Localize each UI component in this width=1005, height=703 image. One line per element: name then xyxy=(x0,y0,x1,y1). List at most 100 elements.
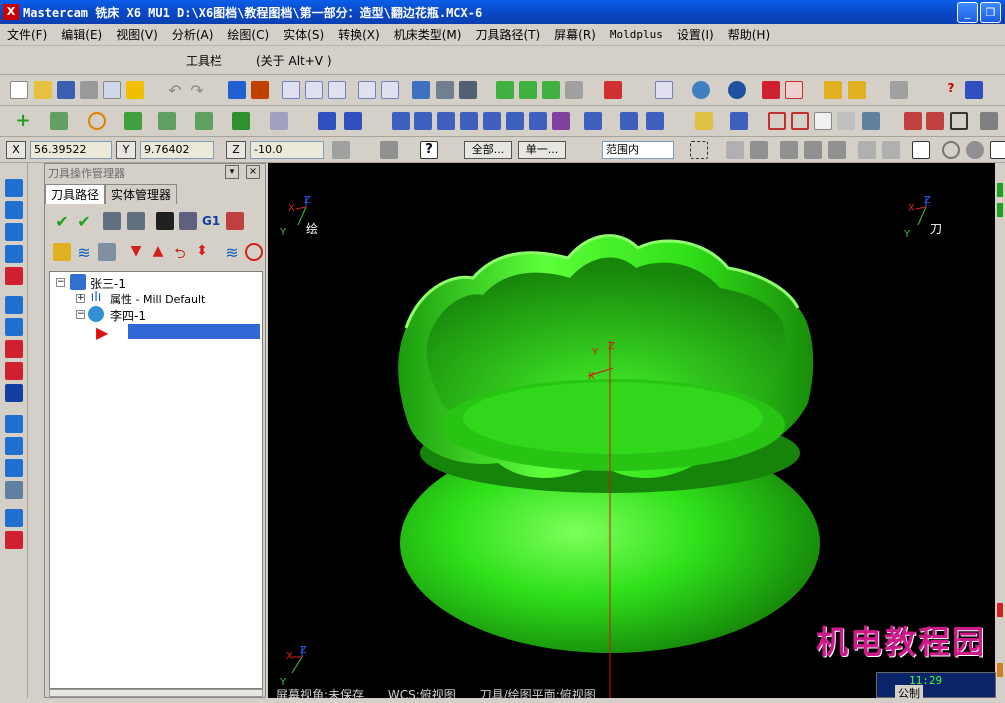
eraser-icon[interactable] xyxy=(837,112,855,130)
insert-position-highlight[interactable] xyxy=(128,324,260,339)
select-single-button[interactable]: 单一... xyxy=(518,141,566,159)
zoom-out-icon[interactable] xyxy=(358,81,376,99)
xform-rotate-icon[interactable] xyxy=(437,112,455,130)
point-icon[interactable]: + xyxy=(14,112,32,130)
revolve-icon[interactable] xyxy=(5,201,23,219)
break-icon[interactable] xyxy=(344,112,362,130)
open-file-icon[interactable] xyxy=(34,81,52,99)
repaint-icon[interactable] xyxy=(251,81,269,99)
layout-icon[interactable] xyxy=(5,481,23,499)
loft-icon[interactable] xyxy=(5,245,23,263)
lock-icon[interactable] xyxy=(53,243,71,261)
menu-analyze[interactable]: 分析(A) xyxy=(165,26,221,43)
xform-mirror-icon[interactable] xyxy=(414,112,432,130)
shade-icon[interactable] xyxy=(762,81,780,99)
color-selection-icon[interactable] xyxy=(966,141,984,159)
trophy-icon[interactable] xyxy=(126,81,144,99)
select-all-button[interactable]: 全部... xyxy=(464,141,512,159)
circle-icon[interactable] xyxy=(88,112,106,130)
help-ops-icon[interactable] xyxy=(245,243,263,261)
drafting-icon[interactable] xyxy=(584,112,602,130)
right-tool-icon-4[interactable] xyxy=(997,663,1003,677)
tree-node-toolpath-group[interactable]: 李四-1 xyxy=(110,307,146,324)
pan-icon[interactable] xyxy=(228,81,246,99)
brush-icon[interactable] xyxy=(890,81,908,99)
chamfer-icon[interactable] xyxy=(5,318,23,336)
grid-select-icon[interactable] xyxy=(950,112,968,130)
window-select-icon[interactable] xyxy=(690,141,708,159)
pencil-icon[interactable] xyxy=(824,81,842,99)
view-cube-icon[interactable] xyxy=(604,81,622,99)
verify-selection-icon[interactable] xyxy=(912,141,930,159)
shell-icon[interactable] xyxy=(5,340,23,358)
select-loop-icon[interactable] xyxy=(882,141,900,159)
minimize-button[interactable]: _ xyxy=(957,2,978,23)
sphere-icon[interactable] xyxy=(728,81,746,99)
sweep-icon[interactable] xyxy=(5,223,23,241)
menu-view[interactable]: 视图(V) xyxy=(109,26,165,43)
insert-arrow-icon[interactable]: ⮌ xyxy=(171,243,189,262)
x-coord-button[interactable]: X xyxy=(6,141,26,159)
zoom-in-icon[interactable] xyxy=(381,81,399,99)
wand-icon[interactable] xyxy=(848,81,866,99)
regenerate-icon[interactable] xyxy=(103,212,121,230)
xform-array-icon[interactable] xyxy=(529,112,547,130)
zoom-target-icon[interactable] xyxy=(328,81,346,99)
dimension-icon[interactable] xyxy=(412,81,430,99)
menu-help[interactable]: 帮助(H) xyxy=(721,26,777,43)
xform-offset-icon[interactable] xyxy=(483,112,501,130)
zoom-window-icon[interactable] xyxy=(305,81,323,99)
autocursor-icon[interactable] xyxy=(380,141,398,159)
y-coord-button[interactable]: Y xyxy=(116,141,136,159)
xform-translate-icon[interactable] xyxy=(392,112,410,130)
properties-icon[interactable] xyxy=(965,81,983,99)
scroll-to-icon[interactable]: ⬍ xyxy=(193,243,211,261)
mastercam-app-icon[interactable]: X xyxy=(3,4,19,20)
analyze-icon[interactable] xyxy=(436,81,454,99)
new-file-icon[interactable] xyxy=(10,81,28,99)
preview-icon[interactable] xyxy=(103,81,121,99)
fillet-icon[interactable] xyxy=(124,112,142,130)
select-invalid-ops-icon[interactable]: ✔ xyxy=(75,212,93,231)
extrude-icon[interactable] xyxy=(5,179,23,197)
document-icon[interactable] xyxy=(814,112,832,130)
help-question-icon[interactable]: ? xyxy=(420,141,438,159)
regenerate-dirty-icon[interactable] xyxy=(127,212,145,230)
select-solid-icon[interactable] xyxy=(750,141,768,159)
high-speed-icon[interactable] xyxy=(226,212,244,230)
spline-icon[interactable] xyxy=(158,112,176,130)
tree-horizontal-scrollbar[interactable] xyxy=(49,689,263,697)
menu-create[interactable]: 绘图(C) xyxy=(220,26,276,43)
restore-button[interactable]: ❐ xyxy=(980,2,1001,23)
fit-icon[interactable] xyxy=(282,81,300,99)
rotate-icon[interactable] xyxy=(692,81,710,99)
trim-solid-icon[interactable] xyxy=(5,362,23,380)
verify-icon[interactable] xyxy=(904,112,922,130)
right-tool-icon-1[interactable] xyxy=(997,183,1003,197)
select-back-icon[interactable] xyxy=(858,141,876,159)
rectangle-icon[interactable] xyxy=(195,112,213,130)
remove-faces-icon[interactable] xyxy=(5,437,23,455)
single-display-icon[interactable]: ≋ xyxy=(223,243,241,262)
move-up-icon[interactable]: ▲ xyxy=(149,243,167,261)
help-icon[interactable]: ? xyxy=(942,81,960,99)
print-icon[interactable] xyxy=(80,81,98,99)
post-icon[interactable] xyxy=(980,112,998,130)
backplot-icon[interactable] xyxy=(926,112,944,130)
fillet-solid-icon[interactable] xyxy=(5,296,23,314)
primitive-icon[interactable] xyxy=(5,267,23,285)
menu-moldplus[interactable]: Moldplus xyxy=(603,28,670,41)
feature-icon[interactable] xyxy=(5,531,23,549)
menu-solids[interactable]: 实体(S) xyxy=(276,26,331,43)
tree-node-properties[interactable]: 属性 - Mill Default xyxy=(110,291,205,307)
table-icon[interactable] xyxy=(768,112,786,130)
select-all-ops-icon[interactable]: ✔ xyxy=(53,212,71,231)
wireframe-icon[interactable] xyxy=(785,81,803,99)
tree-collapse-toolpath-group[interactable]: − xyxy=(76,310,85,319)
post-ops-icon[interactable]: G1 xyxy=(202,212,220,230)
clear-selection-icon[interactable] xyxy=(942,141,960,159)
select-body-icon[interactable] xyxy=(828,141,846,159)
toggle-posting-icon[interactable] xyxy=(98,243,116,261)
iso-view-icon[interactable] xyxy=(496,81,514,99)
side-view-icon[interactable] xyxy=(565,81,583,99)
